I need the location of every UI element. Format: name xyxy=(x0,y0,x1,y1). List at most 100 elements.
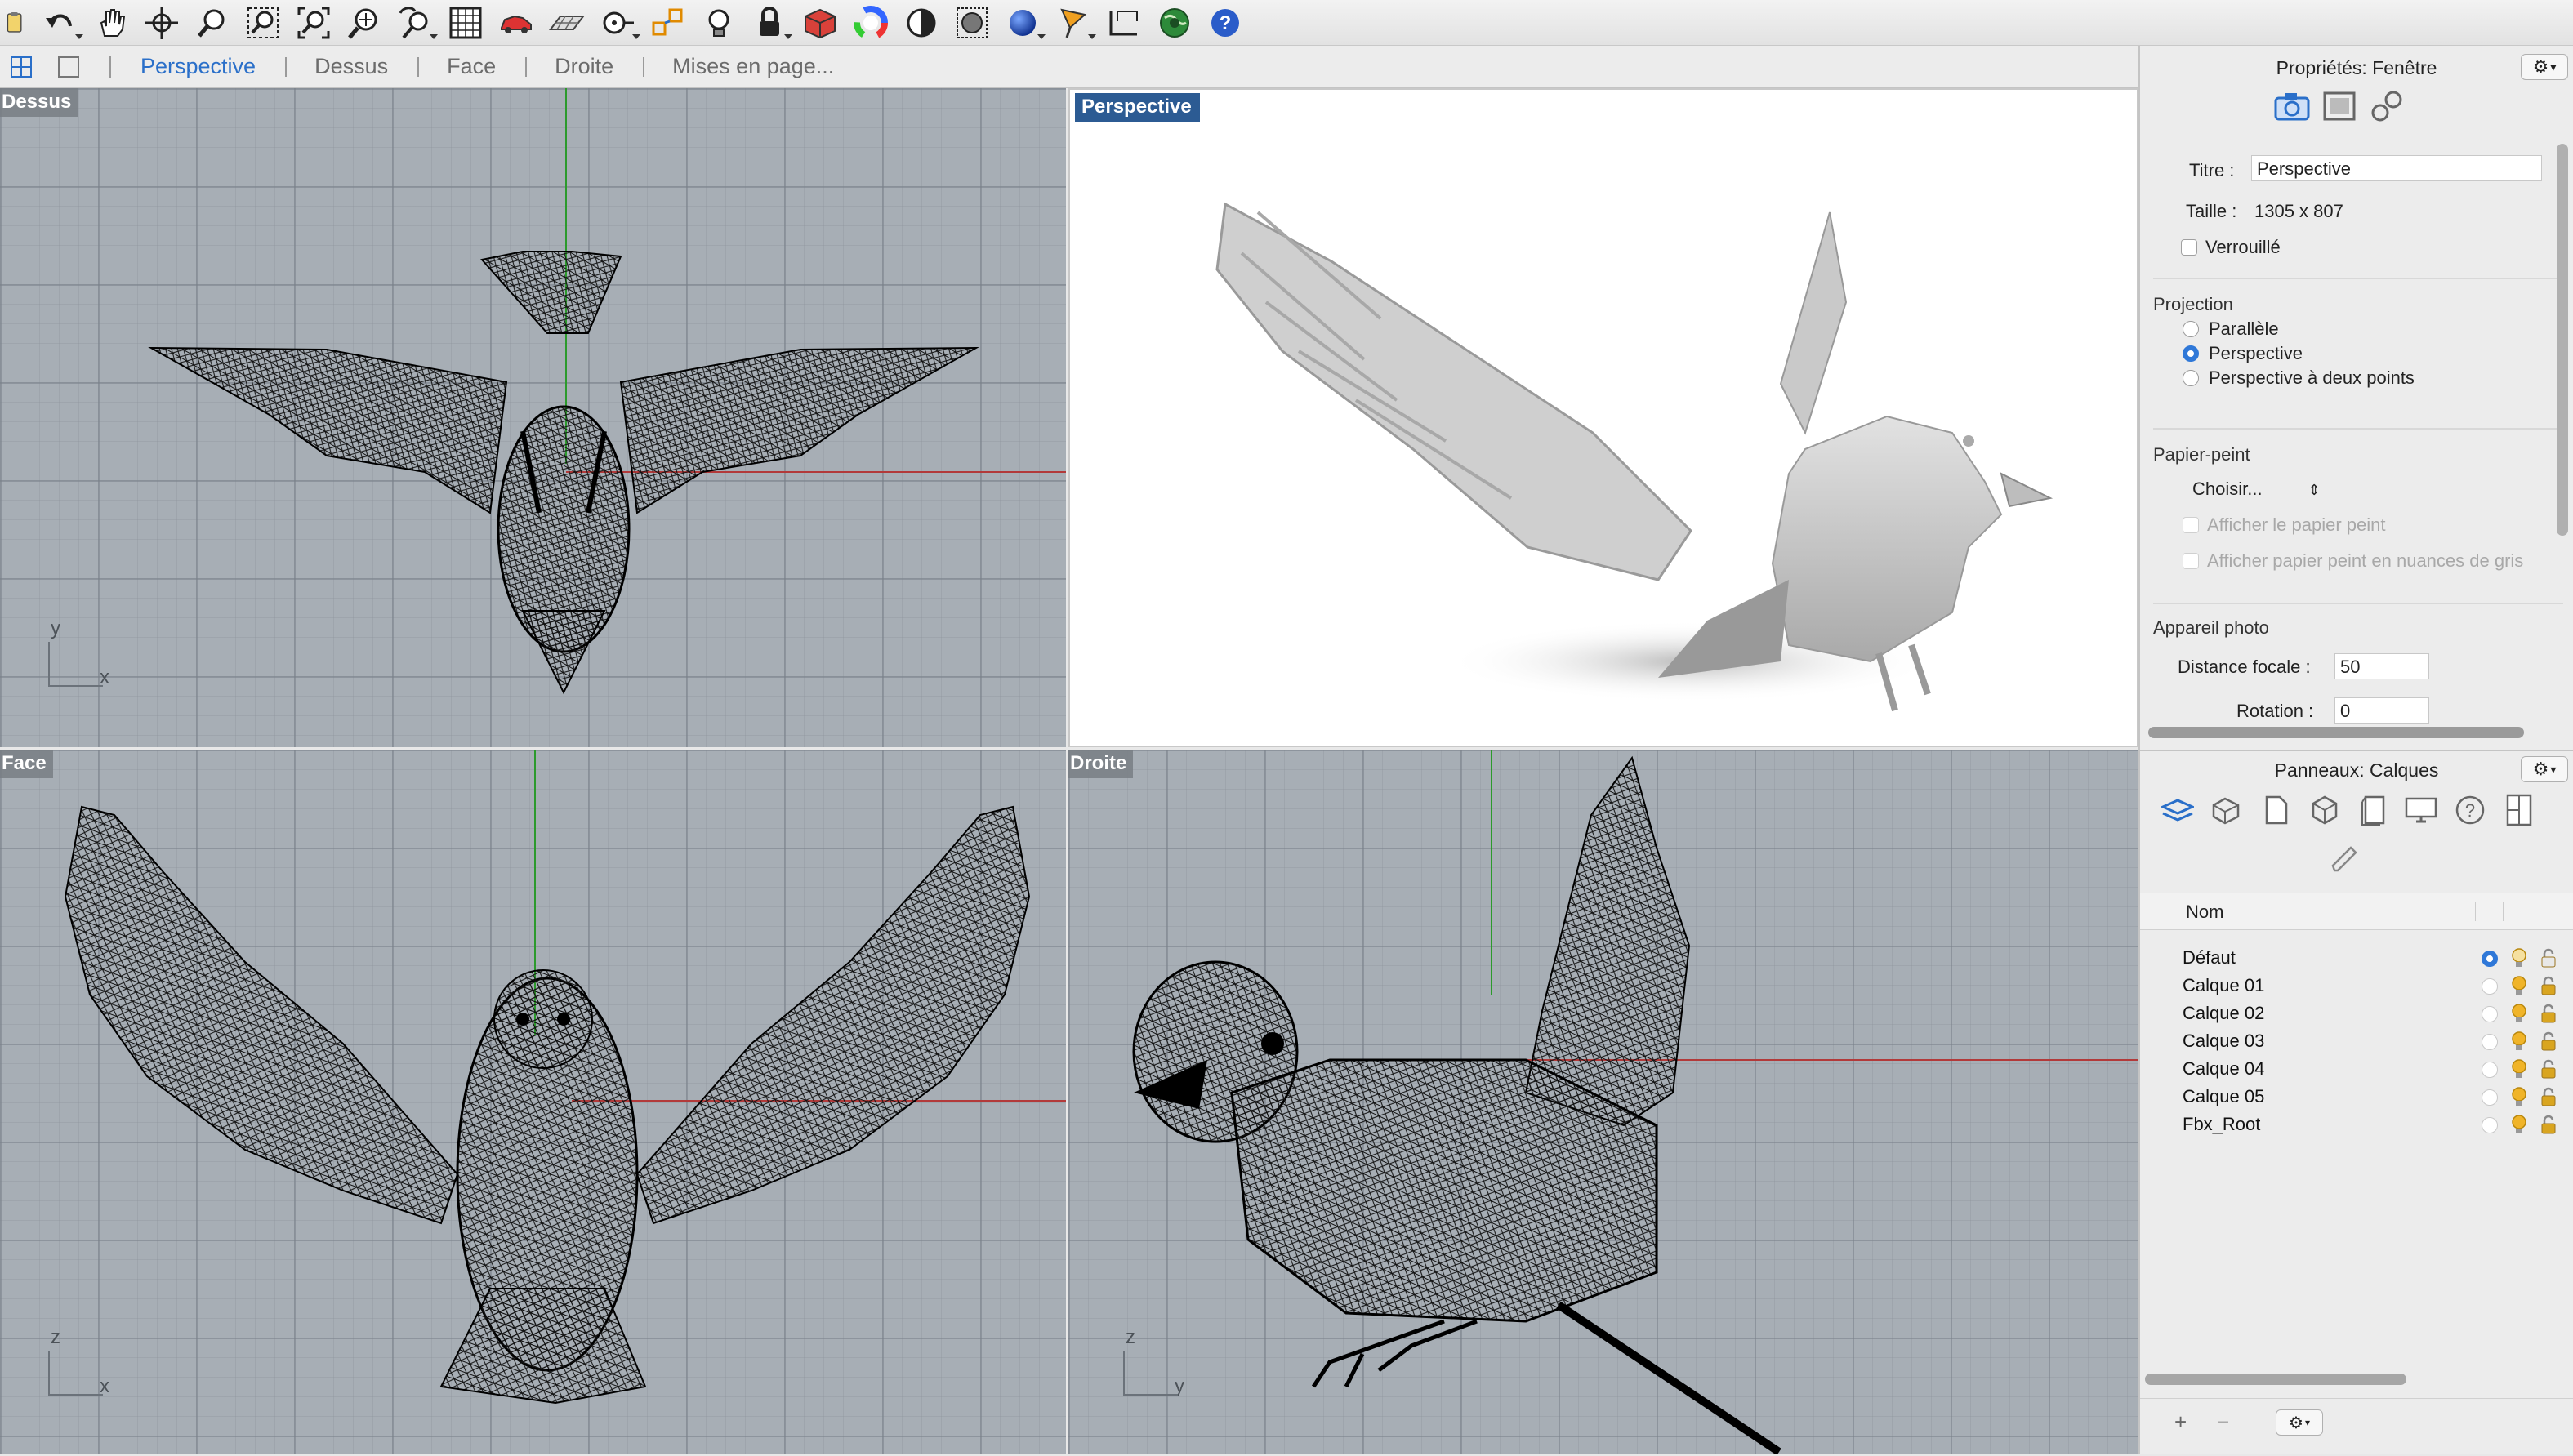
focal-field[interactable]: 50 xyxy=(2334,653,2429,679)
tab-perspective[interactable]: Perspective xyxy=(111,54,285,79)
single-view-layout-icon[interactable] xyxy=(56,54,82,80)
current-layer-radio[interactable] xyxy=(2482,1117,2498,1133)
cube-icon[interactable] xyxy=(2307,792,2343,828)
help-circle-icon[interactable]: ? xyxy=(2452,792,2488,828)
zoom-icon[interactable] xyxy=(191,3,234,42)
bulb-icon[interactable] xyxy=(2509,947,2529,968)
layer-name[interactable]: Calque 05 xyxy=(2183,1083,2264,1111)
layers-tab-icon[interactable] xyxy=(2160,792,2196,828)
document-icon[interactable] xyxy=(2258,792,2294,828)
viewport-top[interactable]: Dessus y x xyxy=(0,88,1066,747)
zoom-window-icon[interactable] xyxy=(242,3,284,42)
rotate-view-icon[interactable] xyxy=(140,3,183,42)
four-view-layout-icon[interactable] xyxy=(8,54,34,80)
display-icon[interactable] xyxy=(2403,792,2439,828)
four-viewports-icon[interactable] xyxy=(444,3,487,42)
column-nom[interactable]: Nom xyxy=(2186,902,2223,923)
layer-name[interactable]: Défaut xyxy=(2183,944,2236,972)
pencil-icon[interactable] xyxy=(2326,841,2362,877)
current-layer-radio[interactable] xyxy=(2482,978,2498,995)
radio-selected[interactable] xyxy=(2183,345,2199,362)
tab-layouts[interactable]: Mises en page... xyxy=(643,54,863,79)
globe-icon[interactable] xyxy=(1153,3,1196,42)
viewport-label-front[interactable]: Face xyxy=(0,750,53,778)
viewport-icon[interactable] xyxy=(2321,88,2357,124)
help-icon[interactable]: ? xyxy=(1204,3,1246,42)
current-layer-radio[interactable] xyxy=(2482,951,2498,967)
current-layer-radio[interactable] xyxy=(2482,1034,2498,1050)
layers-options-button[interactable]: ⚙ ▾ xyxy=(2276,1409,2323,1436)
checkbox[interactable] xyxy=(2181,239,2197,256)
lock-icon[interactable] xyxy=(2539,1003,2558,1024)
tab-dessus[interactable]: Dessus xyxy=(285,54,417,79)
current-layer-radio[interactable] xyxy=(2482,1089,2498,1106)
titre-field[interactable]: Perspective xyxy=(2251,155,2542,181)
snap-icon[interactable] xyxy=(647,3,689,42)
viewport-right[interactable]: Droite z y xyxy=(1068,750,2138,1454)
lock-icon[interactable] xyxy=(2539,1086,2558,1107)
viewport-label-top[interactable]: Dessus xyxy=(0,88,78,117)
vertical-scrollbar[interactable] xyxy=(2557,144,2568,536)
bulb-icon[interactable] xyxy=(2509,1031,2529,1052)
layer-name[interactable]: Calque 02 xyxy=(2183,1000,2264,1027)
layer-name[interactable]: Calque 03 xyxy=(2183,1027,2264,1055)
lock-icon[interactable] xyxy=(2539,975,2558,996)
viewport-front[interactable]: Face z x xyxy=(0,750,1066,1454)
viewport-label-right[interactable]: Droite xyxy=(1068,750,1134,778)
properties-gear-button[interactable]: ⚙ ▾ xyxy=(2521,54,2568,80)
zoom-extents-icon[interactable] xyxy=(292,3,335,42)
lock-icon[interactable] xyxy=(748,3,792,42)
lock-icon[interactable] xyxy=(2539,947,2558,968)
target-icon[interactable] xyxy=(596,3,640,42)
layer-row[interactable]: Calque 05 xyxy=(2140,1083,2573,1111)
layer-row[interactable]: Calque 03 xyxy=(2140,1027,2573,1055)
lock-icon[interactable] xyxy=(2539,1058,2558,1080)
viewport-perspective[interactable]: Perspective xyxy=(1068,88,2138,747)
radio-perspective[interactable]: Perspective xyxy=(2183,343,2303,364)
remove-layer-button[interactable]: − xyxy=(2217,1409,2229,1435)
plane-grid-icon[interactable] xyxy=(546,3,588,42)
bulb-icon[interactable] xyxy=(2509,975,2529,996)
shade-sphere-icon[interactable] xyxy=(900,3,943,42)
bulb-icon[interactable] xyxy=(2509,1114,2529,1135)
materials-icon[interactable] xyxy=(2209,792,2245,828)
bulb-icon[interactable] xyxy=(698,3,740,42)
add-layer-button[interactable]: + xyxy=(2174,1409,2187,1435)
flag-icon[interactable] xyxy=(1052,3,1096,42)
pan-hand-icon[interactable] xyxy=(90,3,132,42)
layer-name[interactable]: Calque 01 xyxy=(2183,972,2264,1000)
zoom-selected-icon[interactable] xyxy=(343,3,386,42)
bulb-icon[interactable] xyxy=(2509,1003,2529,1024)
car-icon[interactable] xyxy=(495,3,537,42)
layer-row[interactable]: Calque 01 xyxy=(2140,972,2573,1000)
horizontal-scrollbar[interactable] xyxy=(2148,727,2524,738)
layer-name[interactable]: Calque 04 xyxy=(2183,1055,2264,1083)
layer-name[interactable]: Fbx_Root xyxy=(2183,1111,2260,1138)
choisir-select[interactable]: Choisir... ⇕ xyxy=(2192,479,2321,500)
radio-two-point[interactable]: Perspective à deux points xyxy=(2183,367,2415,389)
verrouille-checkbox[interactable]: Verrouillé xyxy=(2181,237,2281,258)
radio[interactable] xyxy=(2183,370,2199,386)
render-sphere-icon[interactable] xyxy=(1001,3,1046,42)
horizontal-scrollbar[interactable] xyxy=(2145,1374,2406,1385)
render-preview-icon[interactable] xyxy=(951,3,993,42)
notes-icon[interactable] xyxy=(3,3,28,42)
layer-row[interactable]: Calque 02 xyxy=(2140,1000,2573,1027)
lock-icon[interactable] xyxy=(2539,1114,2558,1135)
color-wheel-icon[interactable] xyxy=(849,3,892,42)
undo-icon[interactable] xyxy=(39,3,83,42)
panel-split-icon[interactable] xyxy=(2501,792,2537,828)
bulb-icon[interactable] xyxy=(2509,1086,2529,1107)
dimension-icon[interactable] xyxy=(1103,3,1145,42)
bulb-icon[interactable] xyxy=(2509,1058,2529,1080)
tab-face[interactable]: Face xyxy=(417,54,525,79)
current-layer-radio[interactable] xyxy=(2482,1006,2498,1022)
current-layer-radio[interactable] xyxy=(2482,1062,2498,1078)
layer-row[interactable]: Calque 04 xyxy=(2140,1055,2573,1083)
rotation-field[interactable]: 0 xyxy=(2334,697,2429,724)
layout-page-icon[interactable] xyxy=(2356,792,2392,828)
camera-icon[interactable] xyxy=(2274,88,2310,124)
undo-view-icon[interactable] xyxy=(394,3,438,42)
tab-droite[interactable]: Droite xyxy=(525,54,643,79)
radio[interactable] xyxy=(2183,321,2199,337)
